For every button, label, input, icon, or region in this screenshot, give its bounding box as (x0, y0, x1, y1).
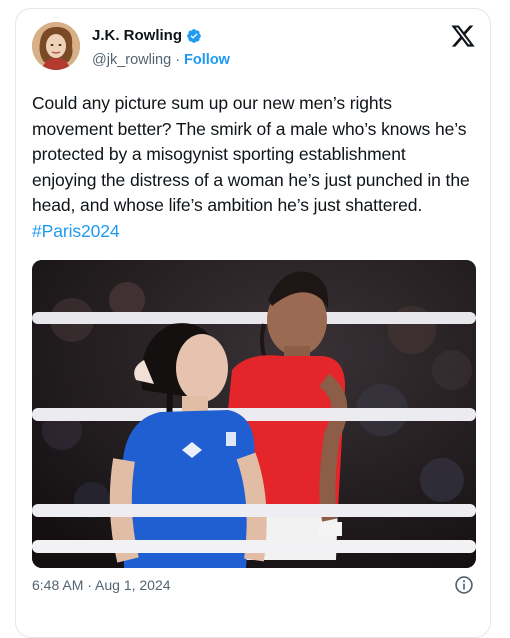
tweet-card[interactable]: J.K. Rowling @jk_rowling · Follow Could an… (15, 8, 491, 638)
tweet-text: Could any picture sum up our new men’s r… (32, 91, 472, 244)
author-name[interactable]: J.K. Rowling (92, 27, 182, 44)
x-logo-icon[interactable] (450, 23, 476, 49)
avatar-image (32, 22, 80, 70)
avatar[interactable] (32, 22, 80, 70)
tweet-photo[interactable] (32, 260, 476, 568)
verified-badge-icon (187, 28, 201, 43)
boxing-photo (32, 260, 476, 568)
author-handle[interactable]: @jk_rowling (92, 52, 171, 68)
tweet-timestamp[interactable]: 6:48 AM · Aug 1, 2024 (32, 577, 171, 593)
info-icon[interactable] (454, 575, 474, 595)
tweet-body: Could any picture sum up our new men’s r… (32, 93, 470, 215)
follow-button[interactable]: Follow (184, 52, 230, 68)
separator: · (175, 52, 181, 68)
hashtag-link[interactable]: #Paris2024 (32, 221, 120, 241)
